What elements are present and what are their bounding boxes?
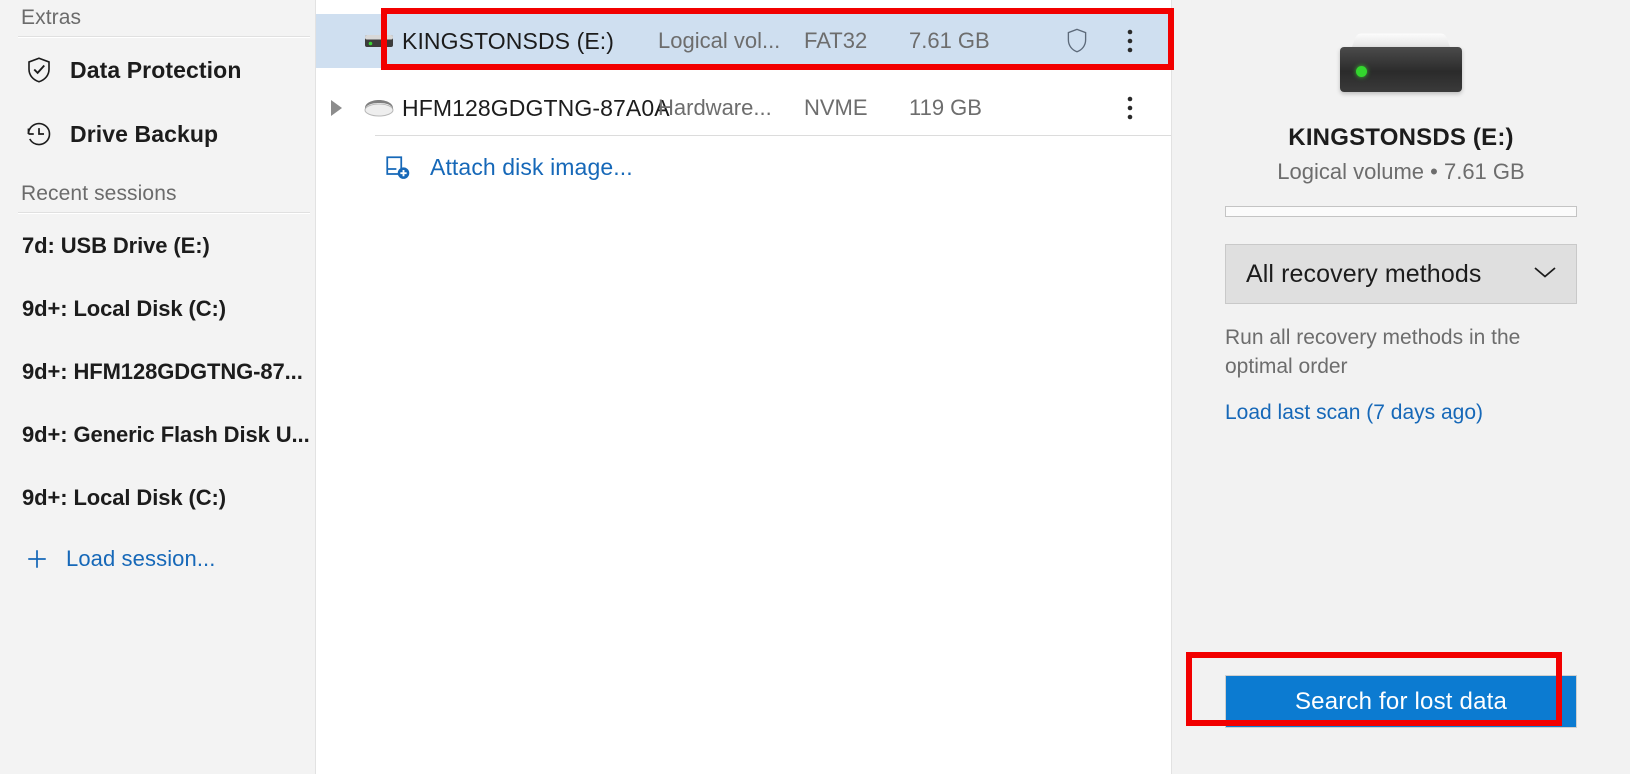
- sidebar-session-item[interactable]: 7d: USB Drive (E:): [0, 214, 316, 277]
- details-panel: KINGSTONSDS (E:) Logical volume • 7.61 G…: [1172, 0, 1630, 774]
- recovery-method-dropdown[interactable]: All recovery methods: [1225, 244, 1577, 304]
- clock-rewind-icon: [22, 117, 56, 151]
- load-last-scan-link[interactable]: Load last scan (7 days ago): [1225, 401, 1577, 425]
- sidebar-session-item[interactable]: 9d+: Generic Flash Disk U...: [0, 403, 316, 466]
- app-window: Extras Data Protection Drive Backup Rece…: [0, 0, 1630, 774]
- search-for-lost-data-button[interactable]: Search for lost data: [1225, 675, 1577, 728]
- sidebar-item-drive-backup[interactable]: Drive Backup: [0, 102, 316, 166]
- attach-disk-image-icon: [380, 152, 414, 182]
- usb-flash-drive-icon: [356, 31, 402, 51]
- drive-kind: Hardware...: [658, 95, 772, 120]
- hard-disk-icon: [356, 97, 402, 119]
- load-session-label: Load session...: [66, 546, 216, 571]
- drive-list-panel: KINGSTONSDS (E:) Logical vol... FAT32 7.…: [316, 0, 1172, 774]
- attach-disk-image-button[interactable]: Attach disk image...: [316, 136, 1172, 198]
- chevron-down-icon: [1532, 264, 1558, 285]
- sidebar-session-item[interactable]: 9d+: HFM128GDGTNG-87...: [0, 340, 316, 403]
- plus-icon: [20, 545, 54, 573]
- sidebar-item-data-protection[interactable]: Data Protection: [0, 38, 316, 102]
- sidebar-section-extras-label: Extras: [21, 6, 82, 29]
- sidebar: Extras Data Protection Drive Backup Rece…: [0, 0, 316, 774]
- details-drive-title: KINGSTONSDS (E:): [1288, 124, 1514, 151]
- drive-filesystem: FAT32: [804, 28, 868, 53]
- drive-name: KINGSTONSDS (E:): [402, 27, 615, 54]
- details-drive-subtitle: Logical volume • 7.61 GB: [1277, 159, 1525, 184]
- drive-kind: Logical vol...: [658, 28, 781, 53]
- external-hard-drive-icon: [1340, 26, 1462, 94]
- table-row[interactable]: HFM128GDGTNG-87A0A Hardware... NVME 119 …: [316, 81, 1172, 135]
- sidebar-section-recent-label: Recent sessions: [21, 182, 177, 205]
- drive-name: HFM128GDGTNG-87A0A: [402, 94, 670, 121]
- shield-icon[interactable]: [1049, 27, 1105, 55]
- load-session-button[interactable]: Load session...: [0, 529, 316, 589]
- drive-size: 7.61 GB: [909, 28, 990, 53]
- recovery-method-value: All recovery methods: [1246, 259, 1482, 288]
- drive-led-indicator: [1356, 66, 1367, 77]
- expand-chevron-icon[interactable]: [316, 98, 356, 118]
- row-overflow-menu-button[interactable]: [1105, 28, 1155, 54]
- drive-size: 119 GB: [909, 95, 982, 120]
- capacity-bar: [1225, 206, 1577, 217]
- sidebar-item-label: Data Protection: [70, 56, 242, 83]
- recovery-method-description: Run all recovery methods in the optimal …: [1225, 326, 1521, 378]
- sidebar-session-item[interactable]: 9d+: Local Disk (C:): [0, 277, 316, 340]
- sidebar-item-label: Drive Backup: [70, 120, 219, 147]
- drive-filesystem: NVME: [804, 95, 868, 120]
- attach-disk-image-label: Attach disk image...: [430, 153, 633, 180]
- shield-check-icon: [22, 53, 56, 87]
- table-row[interactable]: KINGSTONSDS (E:) Logical vol... FAT32 7.…: [316, 14, 1172, 68]
- sidebar-session-item[interactable]: 9d+: Local Disk (C:): [0, 466, 316, 529]
- row-overflow-menu-button[interactable]: [1105, 95, 1155, 121]
